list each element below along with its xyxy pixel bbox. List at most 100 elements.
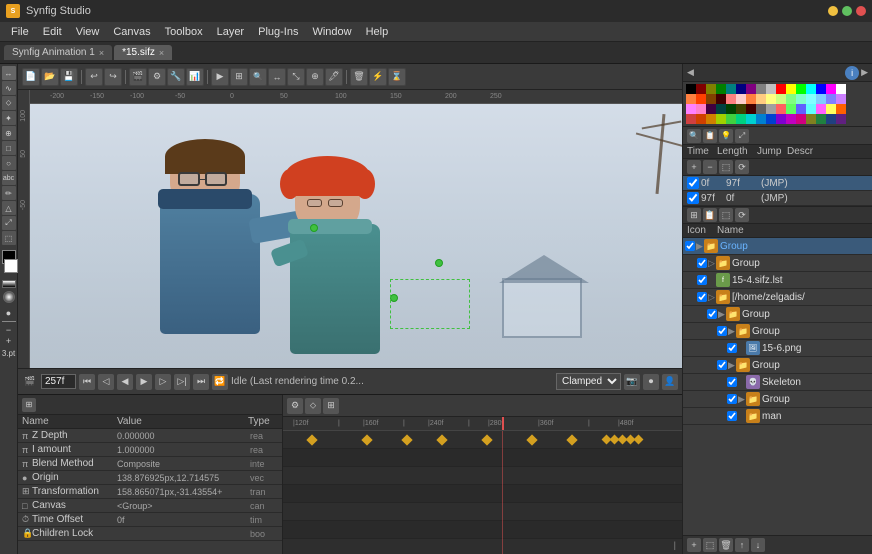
layer-check-1[interactable]	[697, 258, 707, 268]
swatch-54[interactable]	[746, 114, 756, 124]
nav-prev[interactable]: ◀	[687, 67, 694, 78]
swatch-17[interactable]	[696, 94, 706, 104]
swatch-49[interactable]	[696, 114, 706, 124]
tab-animation1[interactable]: Synfig Animation 1 ×	[4, 45, 112, 60]
keyframe-diamond[interactable]	[526, 434, 537, 445]
layer-check-9[interactable]	[727, 394, 737, 404]
layer-row-9[interactable]: ▶ 📁 Group	[683, 391, 872, 408]
color-tool-1[interactable]: 🔍	[687, 129, 701, 143]
color-tool-3[interactable]: 💡	[719, 129, 733, 143]
swatch-24[interactable]	[766, 94, 776, 104]
swatch-15[interactable]	[836, 84, 846, 94]
tb-redo[interactable]: ↪	[104, 68, 122, 86]
tab-animation1-close[interactable]: ×	[99, 48, 104, 58]
tool-5[interactable]: ⊕	[2, 126, 16, 140]
tb-11[interactable]: ↔	[268, 68, 286, 86]
swatch-18[interactable]	[706, 94, 716, 104]
layer-nav-3[interactable]: ⬚	[719, 208, 733, 222]
swatch-19[interactable]	[716, 94, 726, 104]
layer-row-4[interactable]: ▶ 📁 Group	[683, 306, 872, 323]
menu-layer[interactable]: Layer	[210, 26, 252, 38]
wp-add[interactable]: +	[687, 160, 701, 174]
swatch-62[interactable]	[826, 114, 836, 124]
layer-nav-4[interactable]: ⟳	[735, 208, 749, 222]
layer-check-2[interactable]	[697, 275, 707, 285]
swatch-26[interactable]	[786, 94, 796, 104]
swatch-42[interactable]	[786, 104, 796, 114]
layer-row-7[interactable]: ▶ 📁 Group	[683, 357, 872, 374]
swatch-7[interactable]	[756, 84, 766, 94]
color-tool-4[interactable]: ⤢	[735, 129, 749, 143]
tool-9[interactable]: ✏	[2, 186, 16, 200]
tb-7[interactable]: 📊	[186, 68, 204, 86]
swatch-34[interactable]	[706, 104, 716, 114]
tab-sifz-close[interactable]: ×	[159, 48, 164, 58]
nav-next[interactable]: ▶	[861, 67, 868, 78]
layer-check-3[interactable]	[697, 292, 707, 302]
swatch-3[interactable]	[716, 84, 726, 94]
keyframe-diamond[interactable]	[401, 434, 412, 445]
swatch-40[interactable]	[766, 104, 776, 114]
swatch-13[interactable]	[816, 84, 826, 94]
swatch-12[interactable]	[806, 84, 816, 94]
swatch-56[interactable]	[766, 114, 776, 124]
layer-up-btn[interactable]: ↑	[735, 538, 749, 552]
swatch-5[interactable]	[736, 84, 746, 94]
swatch-0[interactable]	[686, 84, 696, 94]
swatch-58[interactable]	[786, 114, 796, 124]
swatch-31[interactable]	[836, 94, 846, 104]
tb-undo[interactable]: ↩	[85, 68, 103, 86]
swatch-16[interactable]	[686, 94, 696, 104]
keyframe-diamond[interactable]	[481, 434, 492, 445]
swatch-41[interactable]	[776, 104, 786, 114]
swatch-25[interactable]	[776, 94, 786, 104]
tb-open[interactable]: 📂	[41, 68, 59, 86]
wp-check-1[interactable]	[687, 192, 699, 204]
params-tool1[interactable]: ⊞	[22, 398, 36, 412]
swatch-39[interactable]	[756, 104, 766, 114]
layer-dn-btn[interactable]: ↓	[751, 538, 765, 552]
layer-row-6[interactable]: 🖼 15-6.png	[683, 340, 872, 357]
swatch-43[interactable]	[796, 104, 806, 114]
layer-row-8[interactable]: 💀 Skeleton	[683, 374, 872, 391]
layer-add-btn[interactable]: +	[687, 538, 701, 552]
layer-check-8[interactable]	[727, 377, 737, 387]
swatch-55[interactable]	[756, 114, 766, 124]
clamp-select[interactable]: Clamped Repeat Bounce	[556, 373, 621, 390]
menu-plugins[interactable]: Plug-Ins	[251, 26, 305, 38]
layer-row-5[interactable]: ▶ 📁 Group	[683, 323, 872, 340]
tb-9[interactable]: ⊞	[230, 68, 248, 86]
tb-render[interactable]: 🎬	[129, 68, 147, 86]
minimize-btn[interactable]	[828, 6, 838, 16]
swatch-35[interactable]	[716, 104, 726, 114]
keyframe-diamond[interactable]	[361, 434, 372, 445]
keyframe-diamond[interactable]	[306, 434, 317, 445]
tab-sifz[interactable]: *15.sifz ×	[114, 45, 172, 60]
tb-17[interactable]: ⌛	[388, 68, 406, 86]
swatch-4[interactable]	[726, 84, 736, 94]
tool-transform[interactable]: ↔	[2, 66, 16, 80]
wp-dup[interactable]: ⬚	[719, 160, 733, 174]
swatch-61[interactable]	[816, 114, 826, 124]
tb-8[interactable]: ▶	[211, 68, 229, 86]
swatch-36[interactable]	[726, 104, 736, 114]
layer-nav-2[interactable]: 📋	[703, 208, 717, 222]
tb-new[interactable]: 📄	[22, 68, 40, 86]
swatch-11[interactable]	[796, 84, 806, 94]
playback-end[interactable]: ⏭	[193, 374, 209, 390]
maximize-btn[interactable]	[842, 6, 852, 16]
layer-row-1[interactable]: ▷ 📁 Group	[683, 255, 872, 272]
layer-row-0[interactable]: ▶ 📁 Group	[683, 238, 872, 255]
playback-next[interactable]: ▷	[155, 374, 171, 390]
wp-remove[interactable]: −	[703, 160, 717, 174]
swatch-23[interactable]	[756, 94, 766, 104]
layer-row-2[interactable]: f 15-4.sifz.lst	[683, 272, 872, 289]
swatch-47[interactable]	[836, 104, 846, 114]
menu-toolbox[interactable]: Toolbox	[158, 26, 210, 38]
layer-del-btn[interactable]: 🗑	[719, 538, 733, 552]
tool-8[interactable]: abc	[2, 171, 16, 185]
swatch-20[interactable]	[726, 94, 736, 104]
playback-prev[interactable]: ◀	[117, 374, 133, 390]
menu-canvas[interactable]: Canvas	[106, 26, 157, 38]
waypoint-row-1[interactable]: 97f 0f (JMP)	[683, 191, 872, 206]
